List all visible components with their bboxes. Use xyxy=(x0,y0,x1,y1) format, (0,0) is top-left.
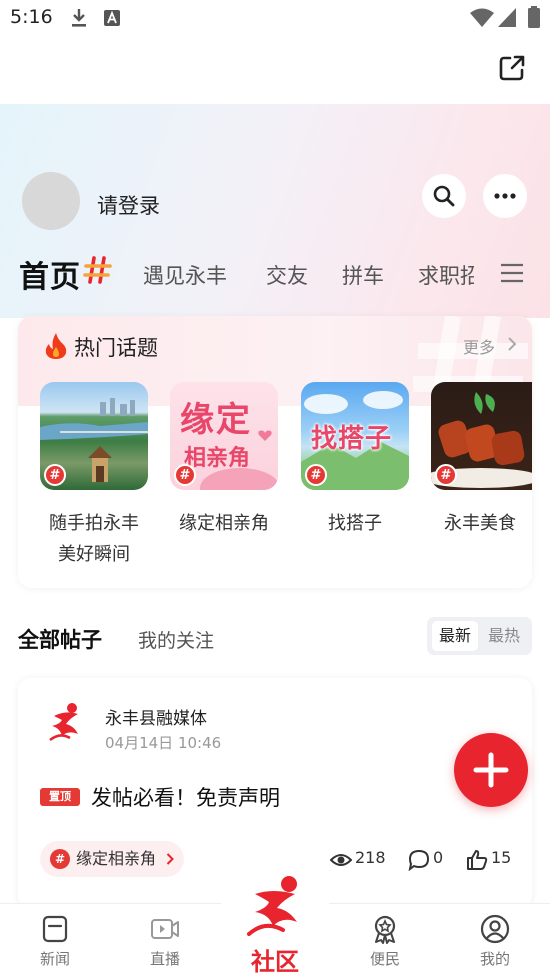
sort-latest[interactable]: 最新 xyxy=(432,621,478,651)
pinned-badge-label: 置顶 xyxy=(49,790,71,803)
user-icon xyxy=(480,914,510,944)
view-count: 218 xyxy=(355,848,386,867)
media-logo-icon xyxy=(49,703,78,742)
sort-toggle: 最新 最热 xyxy=(427,617,532,655)
topic-label[interactable]: 永丰美食 xyxy=(431,508,532,539)
post-author[interactable]: 永丰县融媒体 xyxy=(105,704,207,729)
nav-mine[interactable]: 我的 xyxy=(455,914,535,969)
search-button[interactable] xyxy=(422,174,466,218)
tab-jobs[interactable]: 求职招聘 xyxy=(418,260,474,290)
post-topic-tag-label: 缘定相亲角 xyxy=(76,849,157,868)
topic-label[interactable]: 缘定相亲角 xyxy=(170,508,278,539)
pinned-badge: 置顶 xyxy=(40,788,80,806)
tab-home[interactable]: 首页 xyxy=(19,252,81,296)
video-play-icon xyxy=(151,919,179,939)
comment-icon[interactable] xyxy=(408,849,430,871)
topic-thumb-find-buddy[interactable]: 找搭子 # xyxy=(301,382,409,490)
topic-thumb-photo-city[interactable]: # xyxy=(40,382,148,490)
hashtag-badge-icon: # xyxy=(50,849,70,869)
posts-header: 全部帖子 我的关注 最新 最热 xyxy=(0,617,550,659)
topic-label[interactable]: 随手拍永丰 美好瞬间 xyxy=(40,508,148,570)
nav-community[interactable]: 社区 xyxy=(221,870,329,979)
nav-service-label: 便民 xyxy=(369,950,400,968)
like-count: 15 xyxy=(491,848,512,867)
tab-all-posts[interactable]: 全部帖子 xyxy=(18,624,102,654)
tab-carpool[interactable]: 拼车 xyxy=(342,260,384,290)
heart-icon xyxy=(258,430,272,441)
eye-icon xyxy=(330,854,352,866)
top-bar xyxy=(0,38,550,104)
search-icon xyxy=(433,185,455,207)
tab-meet-yongfeng[interactable]: 遇见永丰 xyxy=(143,260,227,290)
more-button[interactable] xyxy=(483,174,527,218)
menu-icon[interactable] xyxy=(500,262,524,284)
nav-news[interactable]: 新闻 xyxy=(15,914,95,969)
download-icon xyxy=(72,9,86,27)
hot-topics-title: 热门话题 xyxy=(74,336,158,360)
chevron-right-icon xyxy=(166,853,174,865)
more-link[interactable]: 更多 xyxy=(463,334,495,358)
status-time: 5:16 xyxy=(10,6,53,28)
nav-mine-label: 我的 xyxy=(479,950,510,968)
hashtag-icon xyxy=(83,256,112,284)
topic-thumb-food[interactable]: # xyxy=(431,382,532,490)
community-logo-icon xyxy=(247,876,297,936)
nav-live[interactable]: 直播 xyxy=(125,914,205,969)
hashtag-badge-icon: # xyxy=(44,464,66,486)
post-topic-tag[interactable]: # 缘定相亲角 xyxy=(40,841,185,877)
topic-label[interactable]: 找搭子 xyxy=(301,508,409,539)
share-icon[interactable] xyxy=(498,54,526,82)
hashtag-badge-icon: # xyxy=(435,464,457,486)
post-time: 04月14日 10:46 xyxy=(105,734,222,752)
signal-icon xyxy=(498,8,516,27)
tab-friends[interactable]: 交友 xyxy=(266,260,308,290)
hashtag-badge-icon: # xyxy=(174,464,196,486)
tab-my-follow[interactable]: 我的关注 xyxy=(138,626,214,653)
hot-topics-card: 热门话题 更多 # 随手拍永丰 美好瞬间 缘定 相亲角 # 缘定相亲角 找搭子 … xyxy=(18,316,532,588)
sort-hot[interactable]: 最热 xyxy=(481,621,527,651)
nav-service[interactable]: 便民 xyxy=(345,914,425,969)
nav-news-label: 新闻 xyxy=(39,950,70,968)
avatar[interactable] xyxy=(22,172,80,230)
keyboard-a-icon xyxy=(104,10,120,26)
comment-count: 0 xyxy=(433,848,444,867)
more-dots-icon xyxy=(494,193,516,199)
thumb-text-line1: 缘定 xyxy=(180,400,252,440)
hashtag-badge-icon: # xyxy=(305,464,327,486)
profile-header: 请登录 首页 遇见永丰 交友 拼车 求职招聘 xyxy=(0,104,550,318)
chevron-right-icon xyxy=(508,337,517,351)
login-link[interactable]: 请登录 xyxy=(97,190,160,220)
service-badge-icon xyxy=(374,915,396,944)
plus-icon xyxy=(473,752,509,788)
nav-community-label: 社区 xyxy=(251,948,299,976)
tab-jobs-label: 求职招聘 xyxy=(418,264,474,288)
channel-tabs: 首页 遇见永丰 交友 拼车 求职招聘 xyxy=(0,246,550,296)
battery-icon xyxy=(528,6,540,28)
thumbs-up-icon[interactable] xyxy=(466,849,488,871)
new-post-button[interactable] xyxy=(454,733,528,807)
news-icon xyxy=(42,915,68,943)
fire-icon xyxy=(45,333,67,359)
topic-label-text: 随手拍永丰 美好瞬间 xyxy=(49,513,139,565)
nav-live-label: 直播 xyxy=(149,950,180,968)
thumb-text: 找搭子 xyxy=(311,424,393,454)
status-bar: 5:16 xyxy=(0,0,550,38)
wifi-icon xyxy=(470,8,494,27)
post-title[interactable]: 发帖必看！免责声明 xyxy=(91,782,280,812)
topic-thumb-matchmaking[interactable]: 缘定 相亲角 # xyxy=(170,382,278,490)
